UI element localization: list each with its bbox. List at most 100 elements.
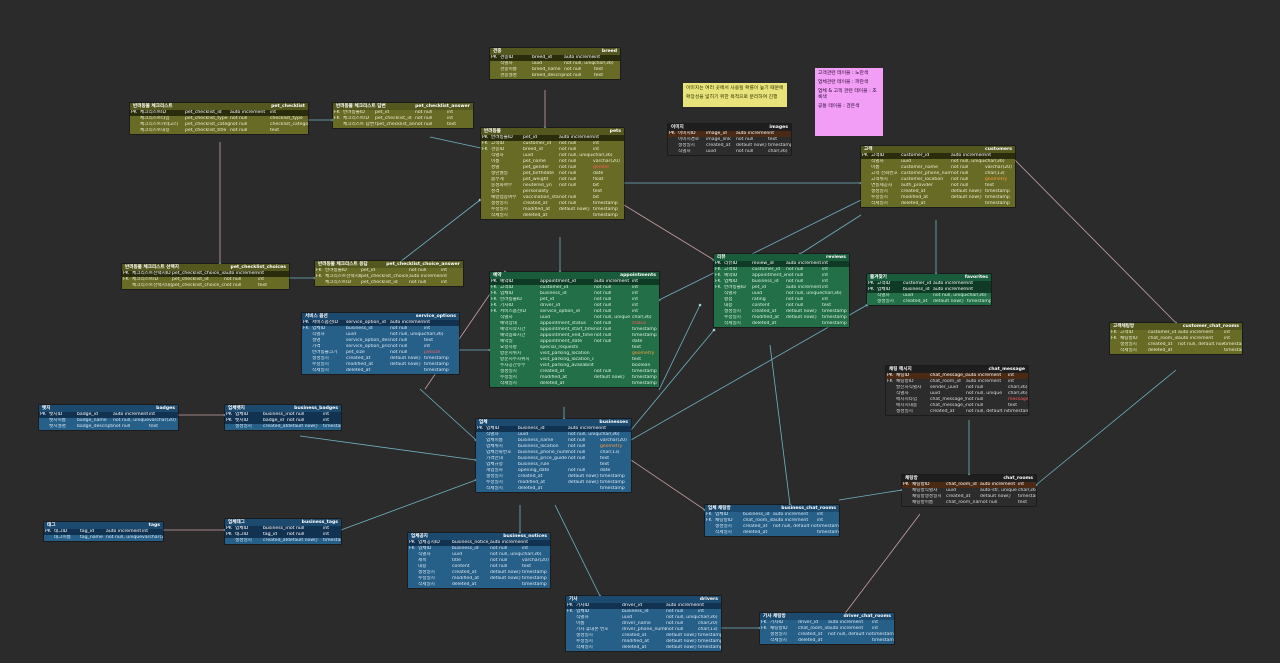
field-type: timestamp xyxy=(1224,348,1242,353)
field-constraint: not null xyxy=(980,500,998,505)
table-pet-checklist-answer[interactable]: 반려동물 체크리스트 답변 pet_checklist_answer FK 반려동물I… xyxy=(333,103,473,128)
table-header[interactable]: 고객 customers xyxy=(861,146,1015,153)
table-label: 예약 xyxy=(493,273,502,278)
table-header[interactable]: 기사 drivers xyxy=(566,596,721,603)
table-name: drivers xyxy=(699,597,718,602)
field-type: timestamp xyxy=(985,201,1010,206)
table-customer-chat-rooms[interactable]: 고객채팅방 customer_chat_rooms FK 고객ID customer_i… xyxy=(1110,323,1242,354)
erd-canvas[interactable]: 견종breedPK견종IDbreed_idauto incrementint식별… xyxy=(0,0,1280,663)
table-header[interactable]: 채팅방 chat_rooms xyxy=(902,475,1036,482)
table-header[interactable]: 채팅 메시지 chat_message xyxy=(886,366,1028,373)
table-reviews[interactable]: 리뷰 reviews PK 리뷰ID review_id auto increment in… xyxy=(714,254,849,327)
field-name: deleted_at xyxy=(540,381,565,386)
note-pink[interactable]: 고객관련 테이블 : 노란색 업체관련 테이블 : 파란색 업체 & 고객 관련 테… xyxy=(815,68,883,136)
table-pet-checklist-choices[interactable]: 반려동물 체크리스트 선택지 pet_checklist_choices PK 체크리… xyxy=(122,264,289,289)
table-header[interactable]: 업체 businesses xyxy=(476,419,631,426)
table-business-tags[interactable]: 업체태그 business_tags PK 업체ID business_id not nu… xyxy=(225,519,341,544)
table-row: 체크리스트선택지내용pet_checklist_choice_contentno… xyxy=(122,283,289,289)
table-label: 채팅방 xyxy=(905,476,918,481)
key-badge xyxy=(902,500,912,506)
field-label: 삭제일시 xyxy=(715,530,732,535)
relationship-line xyxy=(630,459,706,511)
table-pets[interactable]: 반려동물 pets PK 반려동물ID pet_id auto increment int F… xyxy=(481,128,624,219)
table-images[interactable]: 이미지 images PK 이미지ID image_id auto increment in… xyxy=(668,124,791,155)
table-header[interactable]: 뱃지 badges xyxy=(39,405,178,412)
field-constraint: not null xyxy=(224,283,242,288)
table-header[interactable]: 반려동물 체크리스트 답변 pet_checklist_answer xyxy=(333,103,473,110)
field-constraint xyxy=(773,530,817,536)
table-row: 삭제일시 deleted_at timestamp xyxy=(705,530,839,536)
table-header[interactable]: 기사 채팅방 driver_chat_rooms xyxy=(760,613,894,620)
table-appointments[interactable]: 예약 appointments PK 예약ID appointment_id auto i… xyxy=(490,272,659,387)
table-tags[interactable]: 태그 tags PK 태그ID tag_id auto increment int 태그이름 t… xyxy=(44,522,163,541)
note-yellow[interactable]: 이미지는 여러 곳에서 사용될 확률이 높기 때문에 확장성을 넓히기 위한 목적… xyxy=(683,83,787,107)
field-label: 생성일시 xyxy=(896,409,913,414)
table-pet-checklist[interactable]: 반려동물 체크리스트 pet_checklist PK 체크리스트ID pet_chec… xyxy=(130,103,308,134)
key-badge xyxy=(333,122,343,128)
table-name: businesses xyxy=(599,420,628,425)
table-label: 뱃지 xyxy=(42,406,51,411)
table-label: 반려동물 체크리스트 응답 xyxy=(318,262,368,267)
table-business-chat-rooms[interactable]: 업체 채팅방 business_chat_rooms FK 업체ID business_… xyxy=(705,505,839,536)
table-customers[interactable]: 고객 customers PK 고객ID customer_id auto increme… xyxy=(861,146,1015,207)
field-type: timestamp xyxy=(1008,409,1028,414)
table-business-notices[interactable]: 업체공지 business_notices PK 업체공지ID business_not… xyxy=(408,533,550,588)
table-row: 채팅방이름 chat_room_namenot null text xyxy=(902,500,1036,506)
table-header[interactable]: 반려동물 체크리스트 응답 pet_checklist_choice_answer xyxy=(315,261,463,268)
table-header[interactable]: 업체공지 business_notices xyxy=(408,533,550,540)
table-header[interactable]: 이미지 images xyxy=(668,124,791,131)
table-header[interactable]: 고객채팅방 customer_chat_rooms xyxy=(1110,323,1242,330)
table-name: customers xyxy=(985,147,1012,152)
table-header[interactable]: 업체 채팅방 business_chat_rooms xyxy=(705,505,839,512)
table-service-options[interactable]: 서비스 옵션 service_options PK 서비스옵션ID service_op… xyxy=(302,313,459,374)
field-label: 생성일시 xyxy=(235,538,252,543)
table-header[interactable]: 리뷰 reviews xyxy=(714,254,849,261)
field-constraint xyxy=(1178,348,1224,354)
table-label: 업체태그 xyxy=(228,520,245,525)
field-name: fpet_checklist_answer xyxy=(375,122,415,127)
field-name: pet_checklist_title xyxy=(185,128,227,133)
table-favorites[interactable]: 즐겨찾기 favorites PK 고객ID customer_id auto incre… xyxy=(867,274,991,305)
table-breed[interactable]: 견종breedPK견종IDbreed_idauto incrementint식별… xyxy=(490,48,620,79)
table-pet-checklist-choice-answer[interactable]: 반려동물 체크리스트 응답 pet_checklist_choice_answer… xyxy=(315,261,463,286)
table-row: 삭제일시 deleted_at timestamp xyxy=(481,213,624,219)
table-name: breed xyxy=(601,49,617,54)
table-business-badges[interactable]: 업체뱃지 business_badges PK 업체ID business_id not … xyxy=(225,405,341,430)
table-header[interactable]: 견종 breed xyxy=(490,48,620,55)
table-header[interactable]: 업체태그 business_tags xyxy=(225,519,341,526)
table-businesses[interactable]: 업체 businesses PK 업체ID business_id auto increm… xyxy=(476,419,631,492)
field-type: timestamp xyxy=(872,638,894,643)
field-name: breed_description xyxy=(532,73,564,78)
table-row: 체크리스트 답변fpet_checklist_answernot null tex… xyxy=(333,122,473,128)
table-header[interactable]: 예약 appointments xyxy=(490,272,659,279)
table-drivers[interactable]: 기사 drivers PK 기사ID driver_id auto increment in… xyxy=(566,596,721,651)
table-badges[interactable]: 뱃지 badges PK 뱃지ID badge_id auto increment int 뱃… xyxy=(39,405,178,430)
field-type: varchar(20) xyxy=(142,535,163,540)
field-label: 견종설명 xyxy=(500,73,517,78)
field-name: deleted_at xyxy=(1148,348,1173,353)
table-header[interactable]: 반려동물 체크리스트 pet_checklist xyxy=(130,103,308,110)
table-header[interactable]: 반려동물 체크리스트 선택지 pet_checklist_choices xyxy=(122,264,289,271)
table-label: 기사 채팅방 xyxy=(763,614,786,619)
relationship-line xyxy=(623,204,715,261)
key-badge xyxy=(130,128,140,134)
table-label: 고객 xyxy=(864,147,873,152)
table-header[interactable]: 서비스 옵션 service_options xyxy=(302,313,459,320)
field-constraint xyxy=(490,582,522,588)
field-constraint xyxy=(568,486,600,492)
table-header[interactable]: 즐겨찾기 favorites xyxy=(867,274,991,281)
table-header[interactable]: 태그 tags xyxy=(44,522,163,529)
table-driver-chat-rooms[interactable]: 기사 채팅방 driver_chat_rooms FK 기사ID driver_id au… xyxy=(760,613,894,644)
table-chat-rooms[interactable]: 채팅방 chat_rooms PK 채팅방ID chat_room_id auto inc… xyxy=(902,475,1036,506)
table-chat-message[interactable]: 채팅 메시지 chat_message PK 채팅ID chat_message_id a… xyxy=(886,366,1028,415)
field-constraint: not null, default now() xyxy=(966,409,1008,414)
relationship-line xyxy=(769,344,791,506)
table-label: 업체 채팅방 xyxy=(708,506,731,511)
table-header[interactable]: 반려동물 pets xyxy=(481,128,624,135)
table-label: 반려동물 xyxy=(484,129,501,134)
table-header[interactable]: 업체뱃지 business_badges xyxy=(225,405,341,412)
field-type: timestamp xyxy=(323,538,341,543)
field-constraint xyxy=(390,368,424,374)
field-label: 삭제일시 xyxy=(500,381,517,386)
table-name: service_options xyxy=(415,314,456,319)
